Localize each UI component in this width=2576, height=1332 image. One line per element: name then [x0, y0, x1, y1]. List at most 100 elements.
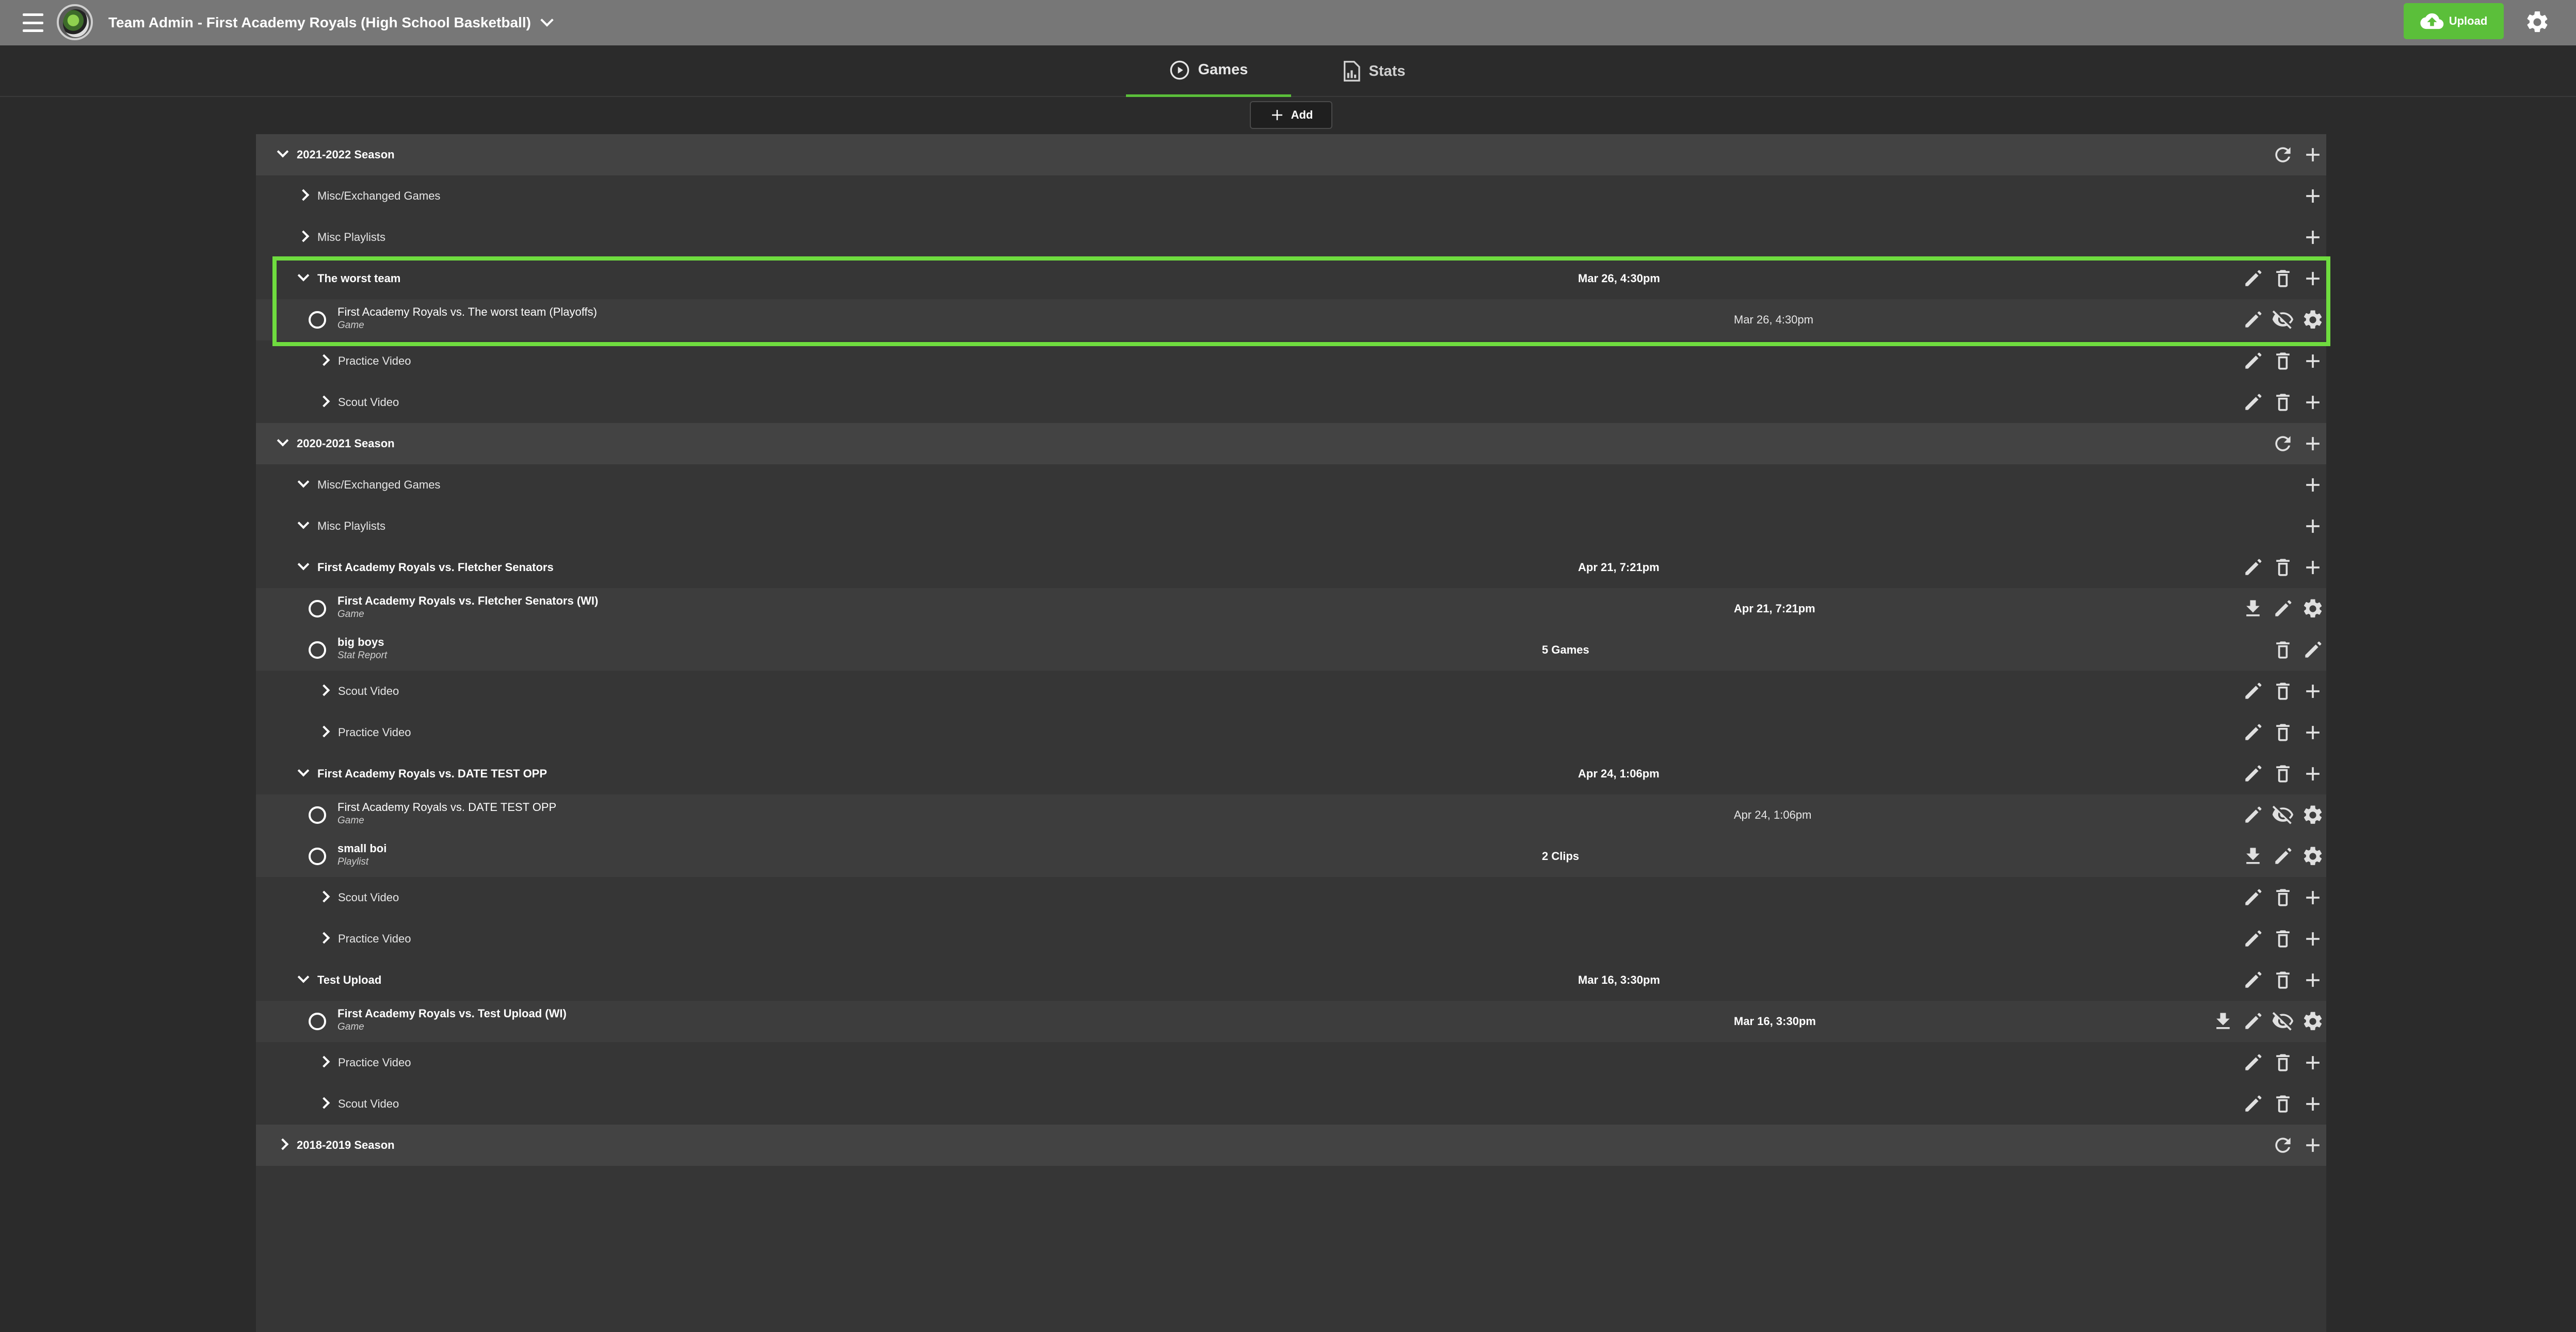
season-row[interactable]: 2021-2022 Season: [256, 134, 2326, 175]
list-item[interactable]: First Academy Royals vs. Test Upload (WI…: [256, 1001, 2326, 1042]
chevron-right-icon[interactable]: [318, 725, 330, 738]
video-folder-row[interactable]: Scout Video: [256, 877, 2326, 918]
group-row[interactable]: Misc Playlists: [256, 506, 2326, 547]
plus-icon[interactable]: [2301, 928, 2324, 950]
pencil-icon[interactable]: [2242, 267, 2264, 290]
trash-icon[interactable]: [2272, 762, 2294, 785]
chevron-down-icon[interactable]: [297, 476, 310, 488]
trash-icon[interactable]: [2272, 391, 2294, 414]
plus-icon[interactable]: [2301, 1051, 2324, 1074]
pencil-icon[interactable]: [2301, 639, 2324, 661]
chevron-right-icon[interactable]: [318, 395, 330, 408]
group-row[interactable]: Misc/Exchanged Games: [256, 464, 2326, 506]
plus-icon[interactable]: [2301, 391, 2324, 414]
chevron-down-icon[interactable]: [297, 765, 310, 777]
pencil-icon[interactable]: [2242, 969, 2264, 992]
chevron-down-icon[interactable]: [297, 269, 310, 282]
pencil-icon[interactable]: [2242, 1051, 2264, 1074]
pencil-icon[interactable]: [2242, 804, 2264, 826]
trash-icon[interactable]: [2272, 350, 2294, 372]
download-icon[interactable]: [2242, 845, 2264, 868]
menu-icon[interactable]: [23, 13, 43, 32]
refresh-icon[interactable]: [2272, 1134, 2294, 1157]
chevron-down-icon[interactable]: [297, 971, 310, 983]
pencil-icon[interactable]: [2242, 886, 2264, 909]
pencil-icon[interactable]: [2242, 308, 2264, 331]
select-radio[interactable]: [309, 1013, 326, 1030]
download-icon[interactable]: [2242, 597, 2264, 620]
group-row[interactable]: Misc/Exchanged Games: [256, 175, 2326, 217]
pencil-icon[interactable]: [2242, 928, 2264, 950]
pencil-icon[interactable]: [2242, 721, 2264, 744]
group-row[interactable]: Misc Playlists: [256, 217, 2326, 258]
select-radio[interactable]: [309, 848, 326, 865]
gear-icon[interactable]: [2301, 845, 2324, 868]
plus-icon[interactable]: [2301, 969, 2324, 992]
season-row[interactable]: 2018-2019 Season: [256, 1125, 2326, 1166]
trash-icon[interactable]: [2272, 1051, 2294, 1074]
chevron-right-icon[interactable]: [318, 890, 330, 903]
plus-icon[interactable]: [2301, 226, 2324, 249]
plus-icon[interactable]: [2301, 680, 2324, 703]
plus-icon[interactable]: [2301, 350, 2324, 372]
chevron-down-icon[interactable]: [277, 434, 289, 447]
group-row[interactable]: First Academy Royals vs. DATE TEST OPP Ap…: [256, 753, 2326, 794]
plus-icon[interactable]: [2301, 1093, 2324, 1115]
video-folder-row[interactable]: Scout Video: [256, 382, 2326, 423]
season-row[interactable]: 2020-2021 Season: [256, 423, 2326, 464]
list-item[interactable]: big boys Stat Report 5 Games: [256, 629, 2326, 671]
chevron-right-icon[interactable]: [297, 189, 310, 201]
gear-icon[interactable]: [2301, 597, 2324, 620]
chevron-down-icon[interactable]: [277, 145, 289, 158]
list-item[interactable]: First Academy Royals vs. The worst team …: [256, 299, 2326, 340]
plus-icon[interactable]: [2301, 474, 2324, 496]
chevron-right-icon[interactable]: [318, 684, 330, 696]
chevron-down-icon[interactable]: [297, 517, 310, 529]
plus-icon[interactable]: [2301, 515, 2324, 538]
group-row[interactable]: First Academy Royals vs. Fletcher Senato…: [256, 547, 2326, 588]
plus-icon[interactable]: [2301, 886, 2324, 909]
list-item[interactable]: First Academy Royals vs. DATE TEST OPP Ga…: [256, 794, 2326, 836]
chevron-right-icon[interactable]: [318, 1055, 330, 1068]
select-radio[interactable]: [309, 600, 326, 618]
add-button[interactable]: Add: [1250, 101, 1332, 129]
pencil-icon[interactable]: [2242, 762, 2264, 785]
plus-icon[interactable]: [2301, 762, 2324, 785]
trash-icon[interactable]: [2272, 556, 2294, 579]
trash-icon[interactable]: [2272, 1093, 2294, 1115]
pencil-icon[interactable]: [2242, 680, 2264, 703]
pencil-icon[interactable]: [2272, 845, 2294, 868]
video-folder-row[interactable]: Practice Video: [256, 712, 2326, 753]
video-folder-row[interactable]: Practice Video: [256, 918, 2326, 960]
tab-games[interactable]: Games: [1126, 45, 1291, 97]
trash-icon[interactable]: [2272, 721, 2294, 744]
download-icon[interactable]: [2212, 1010, 2234, 1033]
refresh-icon[interactable]: [2272, 432, 2294, 455]
chevron-right-icon[interactable]: [277, 1138, 289, 1150]
list-item[interactable]: First Academy Royals vs. Fletcher Senato…: [256, 588, 2326, 629]
plus-icon[interactable]: [2301, 432, 2324, 455]
refresh-icon[interactable]: [2272, 143, 2294, 166]
trash-icon[interactable]: [2272, 267, 2294, 290]
plus-icon[interactable]: [2301, 556, 2324, 579]
plus-icon[interactable]: [2301, 143, 2324, 166]
eye-off-icon[interactable]: [2272, 1010, 2294, 1033]
video-folder-row[interactable]: Scout Video: [256, 1083, 2326, 1125]
select-radio[interactable]: [309, 311, 326, 329]
chevron-right-icon[interactable]: [318, 1097, 330, 1109]
video-folder-row[interactable]: Practice Video: [256, 1042, 2326, 1083]
eye-off-icon[interactable]: [2272, 308, 2294, 331]
trash-icon[interactable]: [2272, 969, 2294, 992]
chevron-down-icon[interactable]: [297, 558, 310, 571]
pencil-icon[interactable]: [2242, 1010, 2264, 1033]
pencil-icon[interactable]: [2272, 597, 2294, 620]
team-selector[interactable]: Team Admin - First Academy Royals (High …: [108, 10, 554, 35]
plus-icon[interactable]: [2301, 185, 2324, 207]
pencil-icon[interactable]: [2242, 1093, 2264, 1115]
plus-icon[interactable]: [2301, 721, 2324, 744]
upload-button[interactable]: Upload: [2404, 3, 2504, 39]
trash-icon[interactable]: [2272, 928, 2294, 950]
tab-stats[interactable]: Stats: [1291, 45, 1456, 97]
gear-icon[interactable]: [2301, 1010, 2324, 1033]
group-row[interactable]: The worst team Mar 26, 4:30pm: [256, 258, 2326, 299]
